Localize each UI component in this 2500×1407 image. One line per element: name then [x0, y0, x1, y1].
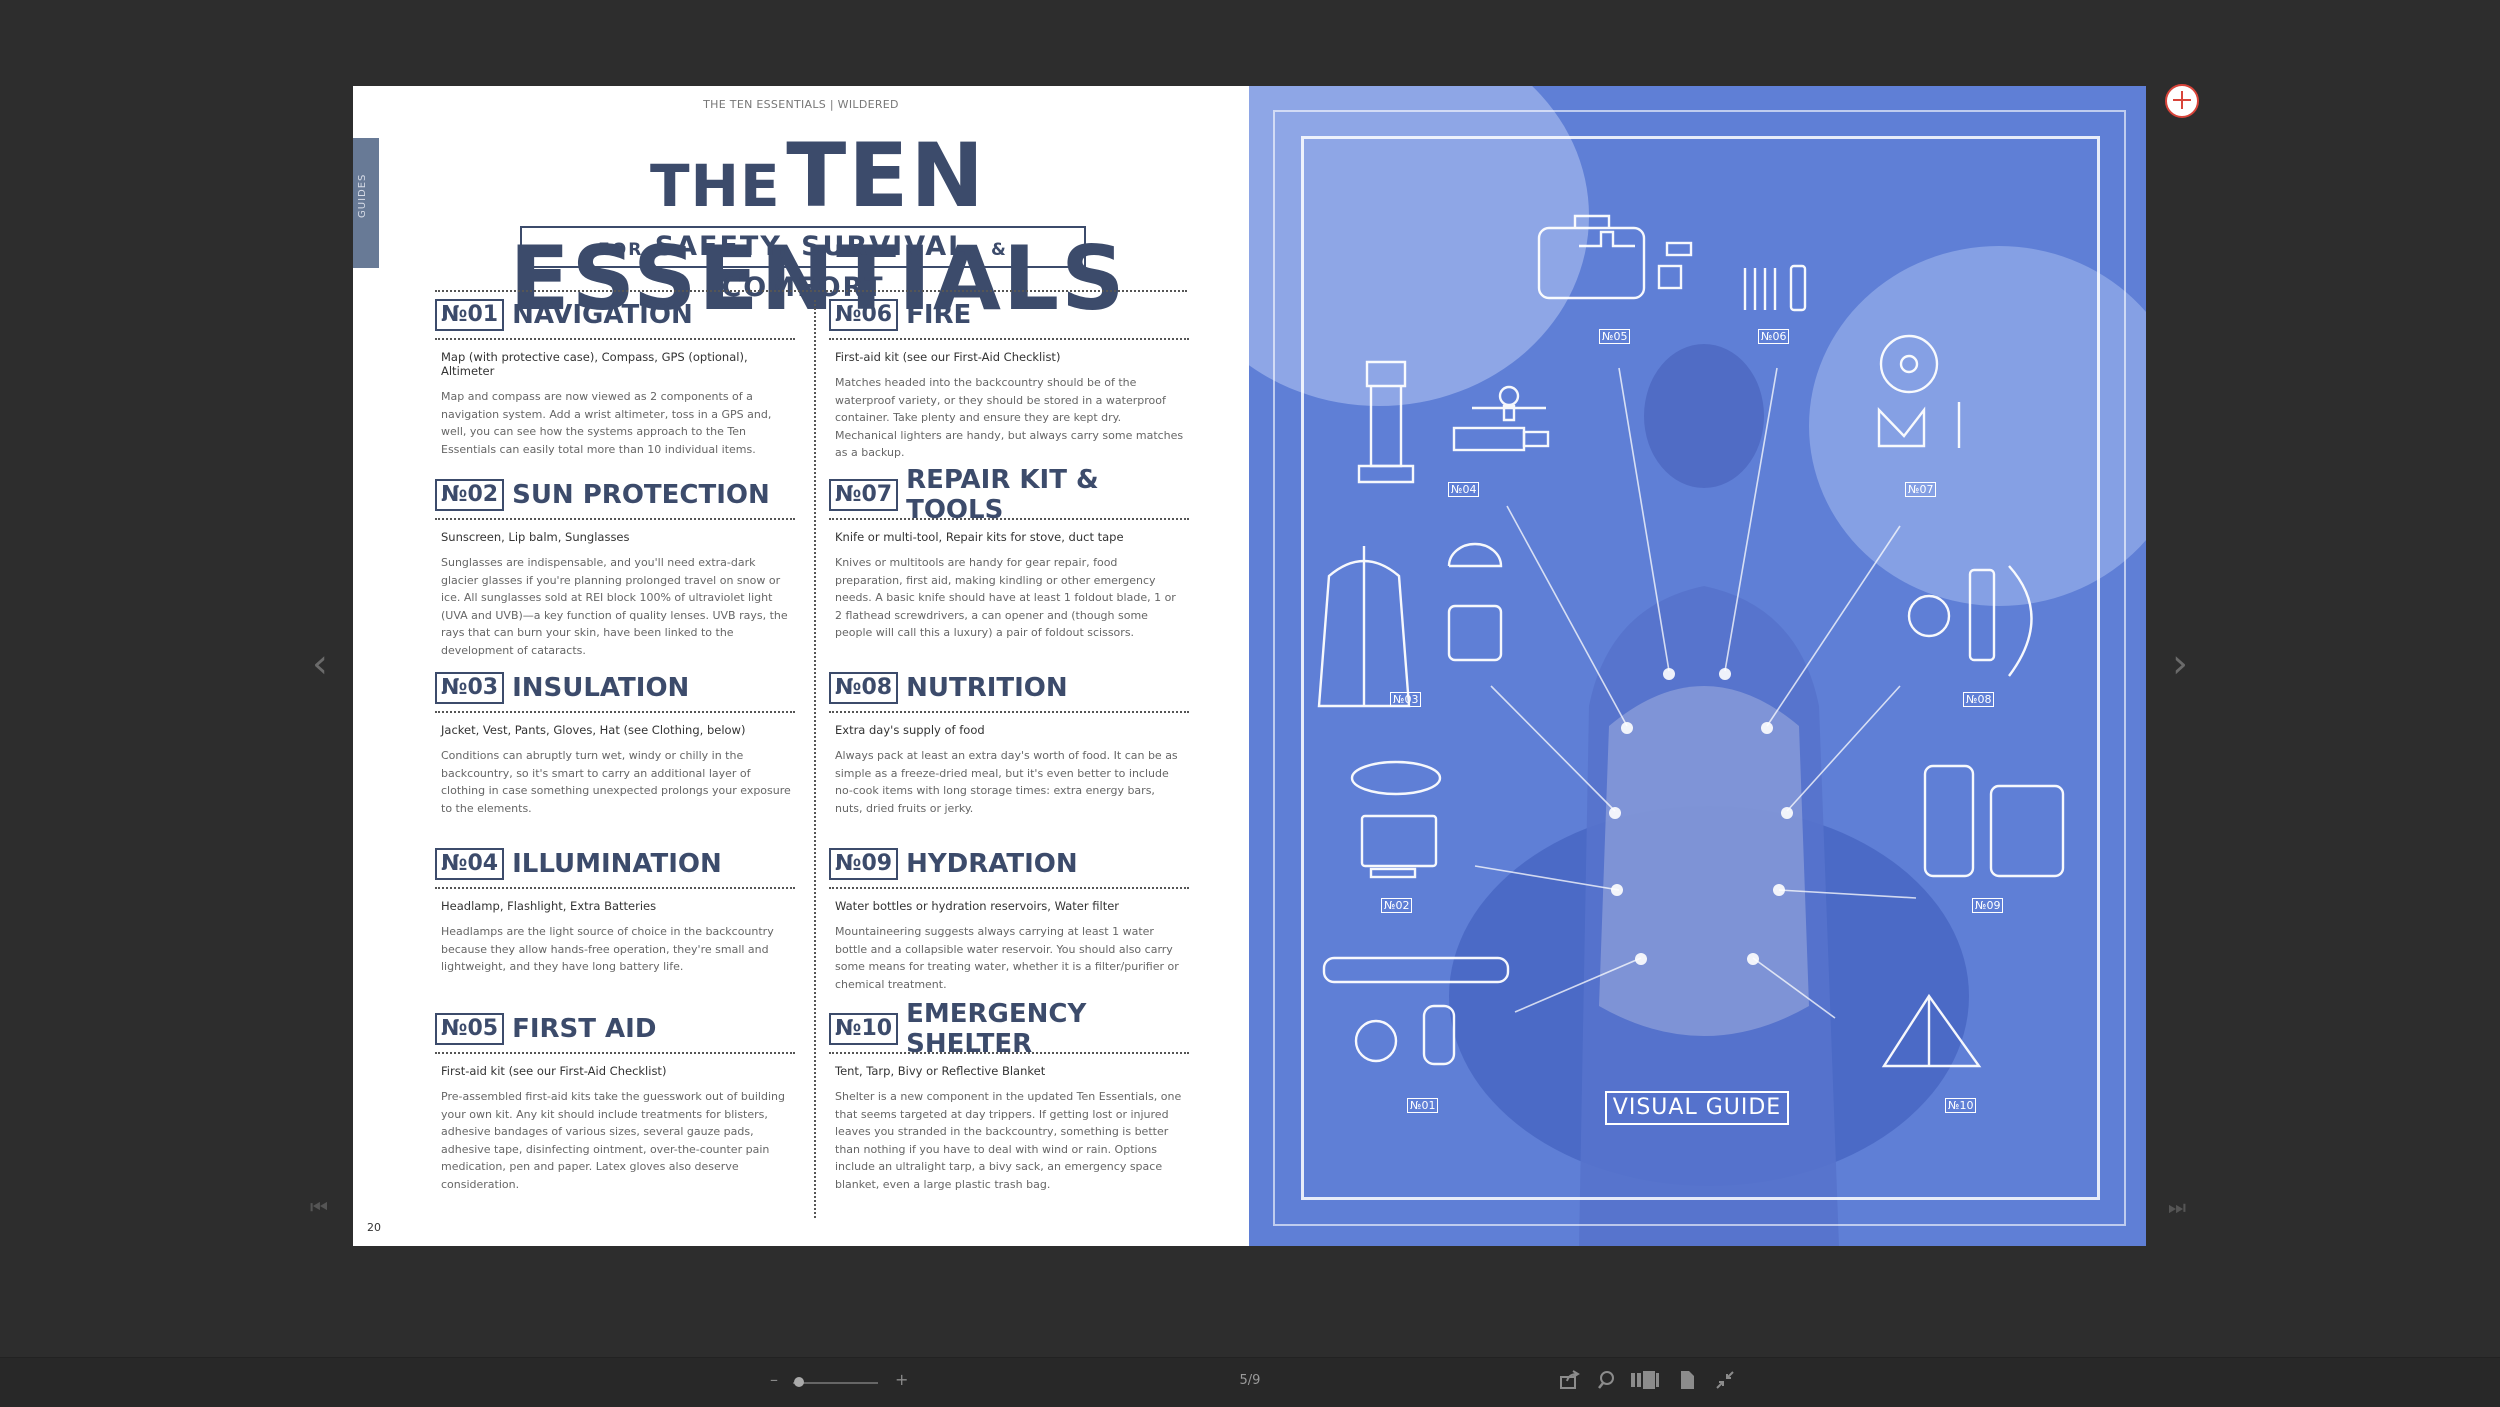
page-indicator: 5/9 — [1239, 1373, 1261, 1388]
section-number: №05 — [435, 1013, 505, 1045]
section-number: №06 — [829, 299, 899, 331]
section-emergency-shelter: №10 EMERGENCY SHELTER Tent, Tarp, Bivy or… — [829, 999, 1189, 1193]
section-items: Headlamp, Flashlight, Extra Batteries — [441, 899, 657, 913]
icon-number-09: №09 — [1972, 898, 2004, 913]
section-description: Sunglasses are indispensable, and you'll… — [441, 556, 788, 657]
icon-number-04: №04 — [1448, 482, 1480, 497]
section-description: Conditions can abruptly turn wet, windy … — [441, 749, 791, 815]
section-items: Knife or multi-tool, Repair kits for sto… — [835, 530, 1124, 544]
icon-number-02: №02 — [1381, 898, 1413, 913]
section-repair-kit: №07 REPAIR KIT & TOOLS Knife or multi-too… — [829, 465, 1189, 642]
icon-number-05: №05 — [1599, 329, 1631, 344]
section-items: First-aid kit (see our First-Aid Checkli… — [835, 350, 1061, 364]
icon-number-08: №08 — [1963, 692, 1995, 707]
left-page: THE TEN ESSENTIALS | WILDERED GUIDES THE… — [353, 86, 1249, 1246]
section-fire: №06 FIRE First-aid kit (see our First-Aid… — [829, 298, 1189, 462]
next-page-button[interactable]: › — [2150, 604, 2210, 724]
section-number: №02 — [435, 479, 505, 511]
section-first-aid: №05 FIRST AID First-aid kit (see our Firs… — [435, 1012, 795, 1193]
zoom-slider[interactable] — [793, 1382, 878, 1384]
subtitle-safety: SAFETY, — [654, 231, 790, 262]
exit-fullscreen-icon[interactable] — [1714, 1369, 1736, 1391]
section-description: Map and compass are now viewed as 2 comp… — [441, 390, 772, 456]
section-sun-protection: №02 SUN PROTECTION Sunscreen, Lip balm, S… — [435, 478, 795, 659]
share-icon[interactable] — [1559, 1369, 1581, 1391]
section-title: NAVIGATION — [512, 300, 693, 330]
section-items: Water bottles or hydration reservoirs, W… — [835, 899, 1120, 913]
section-description: Pre-assembled first-aid kits take the gu… — [441, 1090, 785, 1191]
page-header: THE TEN ESSENTIALS | WILDERED — [703, 98, 899, 111]
section-description: Knives or multitools are handy for gear … — [835, 556, 1176, 639]
section-nutrition: №08 NUTRITION Extra day's supply of food … — [829, 671, 1189, 817]
search-icon[interactable] — [1597, 1369, 1619, 1391]
section-navigation: №01 NAVIGATION Map (with protective case)… — [435, 298, 795, 458]
single-page-icon[interactable] — [1676, 1369, 1698, 1391]
subtitle-amp: & — [991, 240, 1008, 260]
inner-frame — [1301, 136, 2100, 1200]
section-items: Extra day's supply of food — [835, 723, 985, 737]
visual-guide-page: №05 №06 №04 №07 №03 №08 №02 №09 №01 №10 … — [1249, 86, 2146, 1246]
thumbnails-icon[interactable] — [1630, 1369, 1660, 1391]
section-title: NUTRITION — [906, 673, 1068, 703]
section-items: Jacket, Vest, Pants, Gloves, Hat (see Cl… — [441, 723, 746, 737]
icon-number-03: №03 — [1390, 692, 1422, 707]
side-tab-label: GUIDES — [357, 173, 368, 218]
side-tab: GUIDES — [353, 138, 379, 268]
subtitle-survival: SURVIVAL, — [801, 231, 980, 262]
icon-number-06: №06 — [1758, 329, 1790, 344]
icon-number-10: №10 — [1945, 1098, 1977, 1113]
section-number: №01 — [435, 299, 505, 331]
icon-number-01: №01 — [1407, 1098, 1439, 1113]
previous-page-button[interactable]: ‹ — [290, 604, 350, 724]
section-number: №08 — [829, 672, 899, 704]
section-description: Shelter is a new component in the update… — [835, 1090, 1182, 1191]
section-items: First-aid kit (see our First-Aid Checkli… — [441, 1064, 667, 1078]
section-title: FIRST AID — [512, 1014, 657, 1044]
title-the: THE — [649, 152, 781, 220]
section-title: FIRE — [906, 300, 972, 330]
section-items: Tent, Tarp, Bivy or Reflective Blanket — [835, 1064, 1046, 1078]
top-divider — [435, 290, 1187, 292]
section-illumination: №04 ILLUMINATION Headlamp, Flashlight, Ex… — [435, 847, 795, 976]
section-number: №09 — [829, 848, 899, 880]
first-page-button[interactable]: ⏮ — [310, 1195, 328, 1219]
section-number: №07 — [829, 479, 899, 511]
section-description: Matches headed into the backcountry shou… — [835, 376, 1184, 459]
page-subtitle: FOR SAFETY, SURVIVAL, & COMFORT — [520, 226, 1086, 303]
section-number: №10 — [829, 1013, 899, 1045]
visual-guide-label: VISUAL GUIDE — [1605, 1091, 1789, 1125]
section-insulation: №03 INSULATION Jacket, Vest, Pants, Glove… — [435, 671, 795, 817]
icon-number-07: №07 — [1905, 482, 1937, 497]
column-divider — [814, 300, 816, 1218]
section-items: Sunscreen, Lip balm, Sunglasses — [441, 530, 630, 544]
section-number: №03 — [435, 672, 505, 704]
zoom-in-button[interactable]: + — [895, 1370, 908, 1389]
section-hydration: №09 HYDRATION Water bottles or hydration … — [829, 847, 1189, 993]
section-number: №04 — [435, 848, 505, 880]
zoom-out-button[interactable]: – — [770, 1370, 778, 1389]
section-description: Always pack at least an extra day's wort… — [835, 749, 1178, 815]
zoom-slider-handle[interactable] — [794, 1377, 804, 1387]
viewer-toolbar: – + 5/9 — [0, 1357, 2500, 1407]
section-description: Headlamps are the light source of choice… — [441, 925, 774, 973]
section-description: Mountaineering suggests always carrying … — [835, 925, 1179, 991]
section-items: Map (with protective case), Compass, GPS… — [441, 350, 748, 378]
page-number: 20 — [367, 1221, 381, 1234]
section-title: ILLUMINATION — [512, 849, 722, 879]
last-page-button[interactable]: ⏭ — [2168, 1195, 2186, 1219]
subtitle-for: FOR — [598, 240, 644, 260]
section-title: INSULATION — [512, 673, 690, 703]
plus-circle-icon[interactable] — [2165, 84, 2199, 118]
section-title: HYDRATION — [906, 849, 1078, 879]
section-title: REPAIR KIT & TOOLS — [906, 465, 1099, 525]
section-title: EMERGENCY SHELTER — [906, 999, 1087, 1059]
section-title: SUN PROTECTION — [512, 480, 770, 510]
